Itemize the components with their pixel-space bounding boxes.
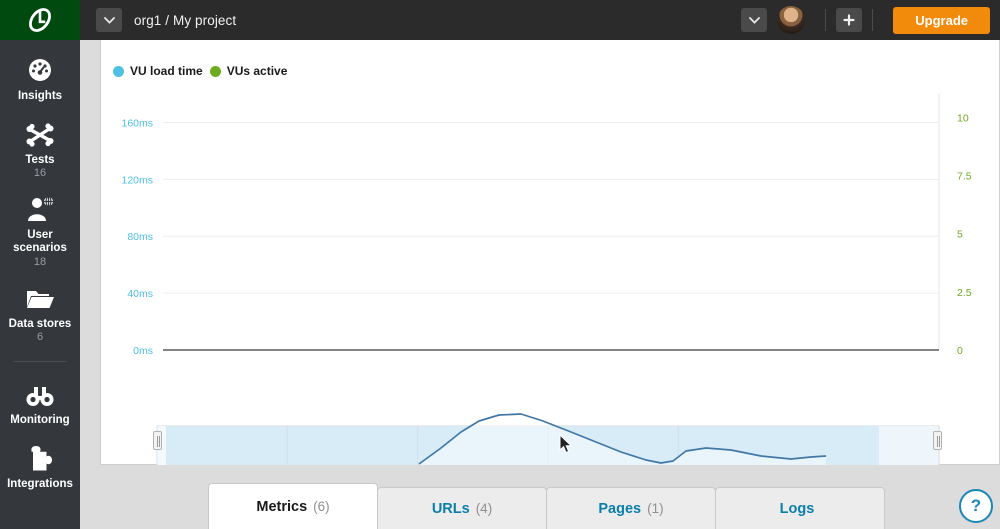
sidebar-item-label: Integrations <box>7 477 73 490</box>
y-axis-right-tick: 7.5 <box>957 170 972 182</box>
tab-metrics[interactable]: Metrics (6) <box>208 483 378 529</box>
avatar[interactable] <box>777 6 806 34</box>
account-menu-button[interactable] <box>741 8 768 32</box>
tabstrip: Metrics (6) URLs (4) Pages (1) Logs <box>208 483 885 529</box>
sidebar-item-count: 6 <box>36 331 44 344</box>
tab-label: Metrics <box>256 498 308 515</box>
upgrade-button[interactable]: Upgrade <box>893 6 990 34</box>
tab-logs[interactable]: Logs <box>715 487 885 529</box>
sidebar-item-label: Monitoring <box>10 414 70 427</box>
tab-label: Pages <box>598 500 642 517</box>
sidebar-item-label: Insights <box>17 90 63 102</box>
sidebar-item-count: 18 <box>33 255 47 268</box>
sidebar: Insights Tests 16 User scenarios 18 Data… <box>0 40 80 529</box>
tab-count: (6) <box>313 499 330 514</box>
tab-pages[interactable]: Pages (1) <box>546 487 716 529</box>
sidebar-item-user-scenarios[interactable]: User scenarios 18 <box>0 193 80 268</box>
sidebar-item-integrations[interactable]: Integrations <box>0 442 80 492</box>
navigator-left-handle[interactable] <box>153 431 162 450</box>
chevron-down-icon <box>748 16 760 24</box>
project-switcher-button[interactable] <box>96 8 122 32</box>
gauge-icon <box>26 54 54 84</box>
tab-urls[interactable]: URLs (4) <box>377 487 547 529</box>
binoculars-icon <box>25 378 55 408</box>
chart-panel: VU load time VUs active 0ms 40ms 80ms 120ms… <box>100 40 1000 465</box>
help-button[interactable]: ? <box>959 489 993 523</box>
sidebar-item-insights[interactable]: Insights <box>0 54 80 104</box>
crossed-bones-icon <box>25 118 55 148</box>
divider <box>872 9 874 31</box>
sidebar-item-data-stores[interactable]: Data stores 6 <box>0 282 80 344</box>
chevron-down-icon <box>103 16 115 24</box>
question-mark-icon: ? <box>970 496 982 515</box>
y-axis-right-tick: 0 <box>957 345 963 357</box>
mouse-cursor <box>559 434 573 454</box>
tab-label: Logs <box>779 500 815 517</box>
sidebar-item-monitoring[interactable]: Monitoring <box>0 378 80 428</box>
y-axis-right-tick: 2.5 <box>957 287 972 299</box>
content-area: VU load time VUs active 0ms 40ms 80ms 120ms… <box>80 40 1000 529</box>
tab-count: (1) <box>647 501 664 516</box>
navigator-mask-right <box>879 426 938 465</box>
y-axis-left-tick: 40ms <box>127 288 153 300</box>
loadimpact-logo-icon <box>29 8 51 32</box>
y-axis-left-tick: 0ms <box>133 345 153 357</box>
sidebar-item-label: User scenarios <box>13 229 67 254</box>
y-axis-right-tick: 10 <box>957 112 969 124</box>
sidebar-item-count: 16 <box>33 167 47 180</box>
tab-count: (4) <box>475 501 493 516</box>
top-bar-actions: Upgrade <box>741 6 1000 34</box>
metrics-chart[interactable]: 0ms40ms80ms120ms160ms02.557.51003:44:300… <box>101 40 1000 465</box>
plus-icon <box>843 14 855 26</box>
tab-label: URLs <box>431 500 470 517</box>
sidebar-item-tests[interactable]: Tests 16 <box>0 118 80 180</box>
navigator-right-handle[interactable] <box>933 431 942 450</box>
app-root: org1 / My project Upgrade Insights Tests… <box>0 0 1000 529</box>
y-axis-left-tick: 160ms <box>121 117 153 129</box>
top-bar: org1 / My project Upgrade <box>0 0 1000 40</box>
y-axis-right-tick: 5 <box>957 229 963 241</box>
divider <box>825 9 827 31</box>
user-scenario-icon <box>25 193 55 223</box>
y-axis-left-tick: 80ms <box>127 231 153 243</box>
sidebar-item-label: Data stores <box>8 317 72 330</box>
breadcrumb-text[interactable]: org1 / My project <box>134 13 236 28</box>
breadcrumb: org1 / My project <box>80 8 741 32</box>
app-logo[interactable] <box>0 0 80 40</box>
sidebar-item-label: Tests <box>25 153 55 166</box>
add-button[interactable] <box>836 8 863 32</box>
y-axis-left-tick: 120ms <box>121 174 153 186</box>
folder-icon <box>25 282 55 312</box>
sidebar-divider <box>14 361 66 363</box>
puzzle-icon <box>27 442 53 472</box>
